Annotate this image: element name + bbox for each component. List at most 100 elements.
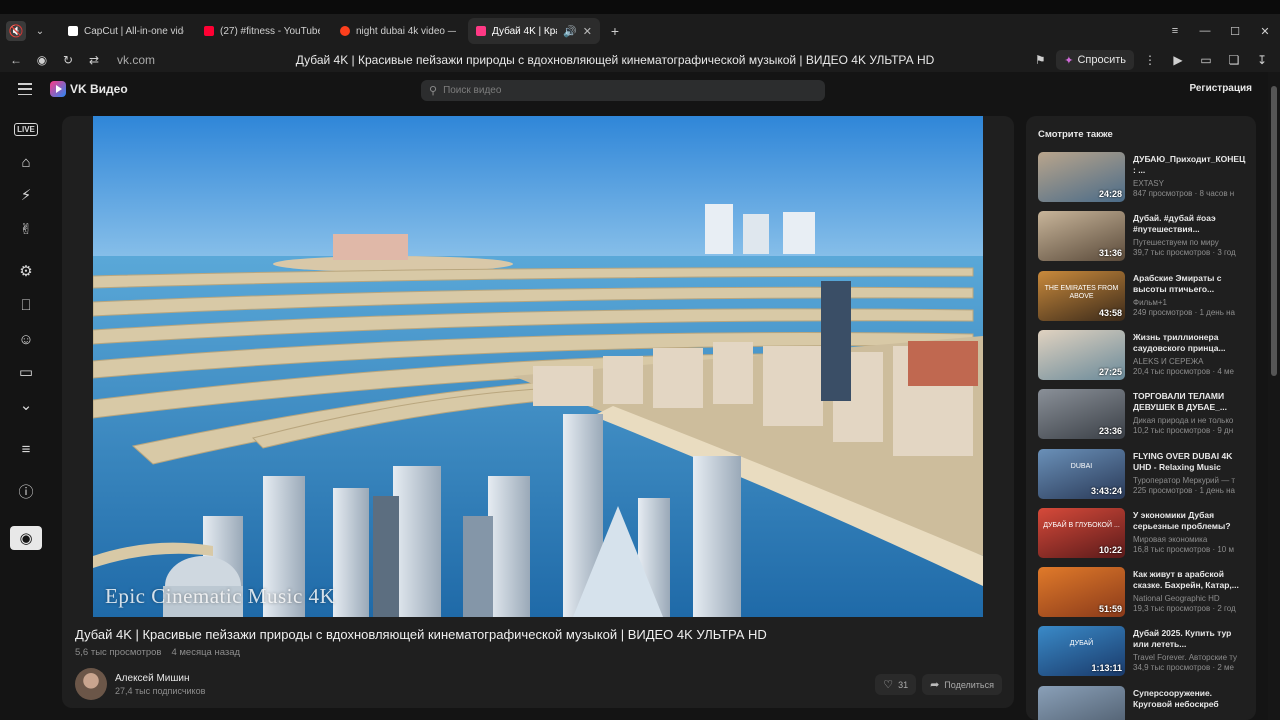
recommendation-title[interactable]: Дубай 2025. Купить тур или лететь... xyxy=(1133,628,1247,650)
tab-list-chevron-icon[interactable]: ⌄ xyxy=(30,21,50,41)
duration-badge: 31:36 xyxy=(1098,248,1122,259)
recommendation-channel[interactable]: Дикая природа и не только xyxy=(1133,416,1247,425)
recommendation-thumbnail[interactable]: 51:59 xyxy=(1038,567,1125,618)
capcut-favicon-icon xyxy=(68,26,78,36)
recommendation-stats: 249 просмотров · 1 день на xyxy=(1133,307,1235,317)
battery-icon[interactable]: ▭ xyxy=(1194,53,1218,67)
author-avatar[interactable] xyxy=(75,668,107,700)
recommendation-thumbnail[interactable] xyxy=(1038,685,1125,720)
more-vertical-icon[interactable]: ⋮ xyxy=(1138,53,1162,67)
close-tab-icon[interactable]: ✕ xyxy=(583,25,592,38)
thumbnail-caption: THE EMIRATES FROM ABOVE xyxy=(1044,284,1119,300)
minimize-icon[interactable]: — xyxy=(1190,25,1220,37)
recommendation-thumbnail[interactable]: THE EMIRATES FROM ABOVE 43:58 xyxy=(1038,270,1125,321)
nav-playlist-icon[interactable]: ≡ xyxy=(10,437,42,461)
recommendation-title[interactable]: FLYING OVER DUBAI 4K UHD - Relaxing Musi… xyxy=(1133,451,1247,473)
recommendation-item[interactable]: 23:36 ТОРГОВАЛИ ТЕЛАМИ ДЕВУШЕК В ДУБАЕ_..… xyxy=(1038,389,1248,441)
nav-games-icon[interactable]: ☺︎ xyxy=(10,327,42,351)
ask-button[interactable]: ✦ Спросить xyxy=(1056,50,1134,70)
author-name[interactable]: Алексей Мишин xyxy=(115,673,205,684)
recommendation-title[interactable]: Дубай. #дубай #оаэ #путешествия... xyxy=(1133,213,1247,235)
recommendation-thumbnail[interactable]: 27:25 xyxy=(1038,329,1125,380)
nav-lightning-icon[interactable]: ⚡︎ xyxy=(10,183,42,207)
back-arrow-icon[interactable]: ← xyxy=(3,53,29,67)
nav-profile-icon[interactable]: ◉ xyxy=(10,526,42,550)
recommendation-item[interactable]: 24:28 ДУБАЮ_Приходит_КОНЕЦ : ... EXTASY 847… xyxy=(1038,152,1248,204)
recommendation-item[interactable]: Суперсооружение. Круговой небоскреб xyxy=(1038,685,1248,720)
tab-audio-icon[interactable]: 🔇 xyxy=(6,21,26,41)
recommendation-title[interactable]: Арабские Эмираты с высоты птичьего... xyxy=(1133,273,1247,295)
close-window-icon[interactable]: ✕ xyxy=(1250,25,1280,38)
video-meta: 5,6 тыс просмотров 4 месяца назад xyxy=(75,647,240,658)
nav-home-icon[interactable]: ⌂ xyxy=(10,150,42,174)
vk-video-logo-icon xyxy=(50,81,66,97)
recommendation-channel[interactable]: ALEKS И СЕРЕЖА xyxy=(1133,357,1247,366)
recommendation-title[interactable]: Как живут в арабской сказке. Бахрейн, Ка… xyxy=(1133,569,1247,591)
author-block[interactable]: Алексей Мишин 27,4 тыс подписчиков xyxy=(75,668,205,700)
browser-tab-capcut[interactable]: CapCut | All-in-one video e xyxy=(60,18,192,44)
recommendation-item[interactable]: ДУБАЙ В ГЛУБОКОЙ ... 10:22 У экономики Дуб… xyxy=(1038,507,1248,560)
download-icon[interactable]: ↧ xyxy=(1250,53,1274,67)
new-tab-icon[interactable]: + xyxy=(606,22,624,40)
recommendation-title[interactable]: У экономики Дубая серьезные проблемы? xyxy=(1133,510,1247,532)
maximize-icon[interactable]: ☐ xyxy=(1220,25,1250,38)
nav-info-icon[interactable]: ⓘ xyxy=(10,479,42,503)
recommendation-item[interactable]: 27:25 Жизнь триллионера саудовского принц… xyxy=(1038,329,1248,382)
recommendation-stats: 19,3 тыс просмотров · 2 год xyxy=(1133,604,1236,614)
recommendation-title[interactable]: ДУБАЮ_Приходит_КОНЕЦ : ... xyxy=(1133,154,1247,176)
recommendation-title[interactable]: ТОРГОВАЛИ ТЕЛАМИ ДЕВУШЕК В ДУБАЕ_... xyxy=(1133,391,1247,413)
nav-monitor-icon[interactable]: ▭ xyxy=(10,360,42,384)
recommendation-stats: 34,9 тыс просмотров · 2 ме xyxy=(1133,663,1234,673)
share-button[interactable]: ➦ Поделиться xyxy=(922,674,1002,695)
recommendation-title[interactable]: Жизнь триллионера саудовского принца... xyxy=(1133,332,1247,354)
extensions-icon[interactable]: ❏ xyxy=(1222,53,1246,67)
recommendation-thumbnail[interactable]: 24:28 xyxy=(1038,152,1125,202)
bookmark-icon[interactable]: ⚑ xyxy=(1028,53,1052,67)
recommendation-thumbnail[interactable]: DUBAI 3:43:24 xyxy=(1038,448,1125,499)
recommendation-item[interactable]: ДУБАЙ 1:13:11 Дубай 2025. Купить тур или л… xyxy=(1038,626,1248,678)
recommendation-channel[interactable]: Мировая экономика xyxy=(1133,535,1247,544)
menu-icon[interactable]: ≡ xyxy=(1160,25,1190,37)
media-icon[interactable]: ▶ xyxy=(1166,53,1190,67)
nav-more-chevron-icon[interactable]: ⌄ xyxy=(10,393,42,417)
recommendation-title[interactable]: Суперсооружение. Круговой небоскреб xyxy=(1133,688,1247,710)
recommendation-stats: 16,8 тыс просмотров · 10 м xyxy=(1133,544,1234,554)
vk-video-logo[interactable]: VK Видео xyxy=(50,81,128,97)
video-player[interactable]: Epic Cinematic Music 4K xyxy=(93,116,983,617)
scrollbar-thumb[interactable] xyxy=(1271,86,1277,376)
nav-apps-icon[interactable]: ⚙︎ xyxy=(10,259,42,283)
recommendation-channel[interactable]: Путешествуем по миру xyxy=(1133,238,1247,247)
nav-clips-icon[interactable]: ✌︎ xyxy=(10,217,42,241)
recommendation-thumbnail[interactable]: ДУБАЙ В ГЛУБОКОЙ ... 10:22 xyxy=(1038,507,1125,558)
recommendation-item[interactable]: THE EMIRATES FROM ABOVE 43:58 Арабские Эми… xyxy=(1038,270,1248,323)
recommendation-channel[interactable]: Туроператор Меркурий — т xyxy=(1133,476,1247,485)
search-box[interactable]: ⚲ xyxy=(421,80,825,101)
reload-icon[interactable]: ↻ xyxy=(55,53,81,67)
recommendation-channel[interactable]: National Geographic HD xyxy=(1133,594,1247,603)
address-page-title[interactable]: Дубай 4K | Красивые пейзажи природы с вд… xyxy=(240,53,990,67)
browser-tab-youtube[interactable]: (27) #fitness - YouTube xyxy=(196,18,328,44)
register-link[interactable]: Регистрация xyxy=(1189,83,1252,94)
nav-tv-icon[interactable]: ⎕ xyxy=(10,293,42,317)
browser-tab-yandex[interactable]: night dubai 4k video — Янд xyxy=(332,18,464,44)
recommendation-item[interactable]: 31:36 Дубай. #дубай #оаэ #путешествия... П… xyxy=(1038,211,1248,263)
browser-tab-vk-active[interactable]: Дубай 4K | Красивые 🔊 ✕ xyxy=(468,18,600,44)
recommendation-channel[interactable]: Фильм+1 xyxy=(1133,298,1247,307)
recommendation-item[interactable]: 51:59 Как живут в арабской сказке. Бахрей… xyxy=(1038,567,1248,619)
site-settings-icon[interactable]: ⇄ xyxy=(81,53,107,67)
recommendation-thumbnail[interactable]: 23:36 xyxy=(1038,389,1125,440)
recommendation-item[interactable]: DUBAI 3:43:24 FLYING OVER DUBAI 4K UHD - R… xyxy=(1038,448,1248,501)
recommendation-stats: 20,4 тыс просмотров · 4 ме xyxy=(1133,366,1234,376)
like-button[interactable]: ♡ 31 xyxy=(875,674,917,695)
protect-icon[interactable]: ◉ xyxy=(29,53,55,67)
recommendation-thumbnail[interactable]: 31:36 xyxy=(1038,211,1125,262)
share-arrow-icon: ➦ xyxy=(930,679,940,691)
recommendation-thumbnail[interactable]: ДУБАЙ 1:13:11 xyxy=(1038,626,1125,677)
hamburger-menu-icon[interactable] xyxy=(18,83,32,95)
nav-live-icon[interactable]: LIVE xyxy=(10,117,42,141)
live-label: LIVE xyxy=(14,122,38,136)
tab-title: CapCut | All-in-one video e xyxy=(84,25,184,37)
recommendation-channel[interactable]: EXTASY xyxy=(1133,179,1247,188)
recommendation-channel[interactable]: Travel Forever. Авторские ту xyxy=(1133,653,1247,662)
search-input[interactable] xyxy=(443,85,804,96)
